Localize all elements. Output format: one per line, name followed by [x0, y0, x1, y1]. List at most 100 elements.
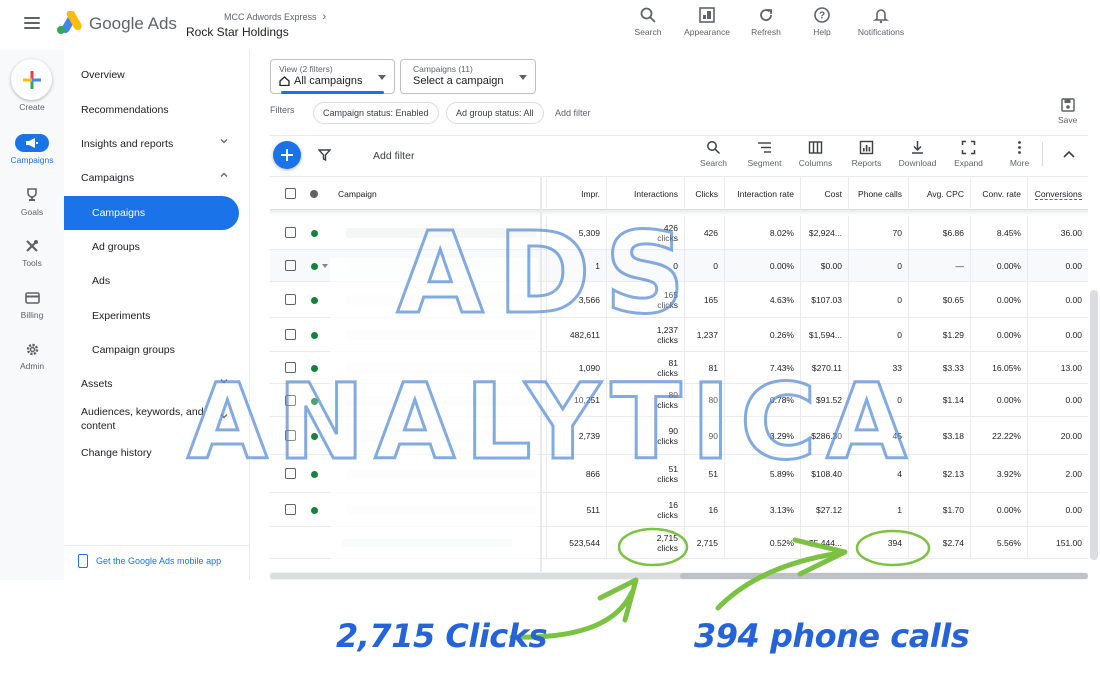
filter-funnel-icon[interactable]: [318, 149, 331, 161]
save-button[interactable]: Save: [1058, 98, 1077, 125]
status-enabled-dot[interactable]: [311, 433, 318, 440]
row-checkbox[interactable]: [285, 362, 296, 373]
add-filter-link[interactable]: Add filter: [555, 108, 591, 118]
header-conv-rate[interactable]: Conv. rate: [970, 177, 1027, 211]
account-switcher[interactable]: MCC Adwords Express › Rock Star Holdings: [186, 11, 326, 39]
nav-item-ads[interactable]: Ads: [64, 264, 250, 298]
create-label: Create: [19, 102, 45, 112]
vertical-scrollbar[interactable]: [1090, 290, 1098, 560]
header-search-button[interactable]: Search: [620, 6, 676, 37]
reports-button[interactable]: Reports: [841, 140, 892, 168]
header-avg-cpc[interactable]: Avg. CPC: [908, 177, 970, 211]
tool-label: Columns: [798, 158, 833, 168]
header-campaign[interactable]: Campaign: [338, 177, 538, 211]
status-enabled-dot[interactable]: [311, 398, 318, 405]
refresh-button[interactable]: Refresh: [738, 6, 794, 37]
cell-clicks: 51: [684, 455, 724, 492]
nav-item-campaigns-group[interactable]: Campaigns: [64, 161, 250, 195]
cell-cpc: $2.13: [908, 455, 970, 492]
nav-item-audiences[interactable]: Audiences, keywords, and content: [64, 402, 250, 436]
collapse-chevron-icon[interactable]: [1063, 150, 1075, 158]
menu-icon[interactable]: [24, 17, 40, 29]
row-checkbox[interactable]: [285, 294, 296, 305]
header-interaction-rate[interactable]: Interaction rate: [724, 177, 800, 211]
header-interactions[interactable]: Interactions: [606, 177, 684, 211]
nav-item-campaigns[interactable]: Campaigns: [64, 196, 239, 230]
row-checkbox[interactable]: [285, 329, 296, 340]
status-enabled-dot[interactable]: [311, 507, 318, 514]
header-cost[interactable]: Cost: [800, 177, 848, 211]
expand-button[interactable]: Expand: [943, 140, 994, 168]
nav-item-overview[interactable]: Overview: [64, 58, 250, 92]
filter-chip-campaign-status[interactable]: Campaign status: Enabled: [313, 102, 439, 124]
columns-icon: [808, 141, 823, 154]
nav-item-ad-groups[interactable]: Ad groups: [64, 230, 250, 264]
scrollbar-thumb[interactable]: [680, 573, 1088, 579]
rail-item-campaigns[interactable]: Campaigns: [0, 134, 64, 165]
row-checkbox[interactable]: [285, 468, 296, 479]
nav-item-experiments[interactable]: Experiments: [64, 299, 250, 333]
interactions-value: 80 clicks: [657, 390, 678, 410]
interactions-value: 2,715 clicks: [657, 533, 678, 553]
reports-icon: [859, 140, 874, 155]
row-checkbox[interactable]: [285, 430, 296, 441]
campaign-selector[interactable]: Campaigns (11) Select a campaign: [400, 59, 536, 94]
status-enabled-dot[interactable]: [311, 230, 318, 237]
add-campaign-button[interactable]: [273, 141, 301, 169]
trophy-icon: [27, 188, 37, 201]
columns-button[interactable]: Columns: [790, 140, 841, 168]
mobile-app-link[interactable]: Get the Google Ads mobile app: [78, 554, 221, 568]
status-enabled-dot[interactable]: [311, 297, 318, 304]
more-button[interactable]: More: [994, 140, 1045, 168]
appearance-button[interactable]: Appearance: [676, 6, 738, 37]
header-phone-calls[interactable]: Phone calls: [848, 177, 908, 211]
rail-item-billing[interactable]: Billing: [0, 289, 64, 320]
nav-item-insights[interactable]: Insights and reports: [64, 127, 250, 161]
status-dropdown-icon[interactable]: [322, 264, 328, 268]
header-conversions[interactable]: Conversions: [1027, 177, 1088, 211]
filter-chip-ad-group-status[interactable]: Ad group status: All: [446, 102, 544, 124]
row-checkbox[interactable]: [285, 260, 296, 271]
table-row[interactable]: 5,309 426 clicks 426 8.02% $2,924... 70 $6.86 8.…: [270, 216, 1088, 250]
cell-interactions: 165 clicks: [606, 282, 684, 317]
cell-calls: 394: [848, 527, 908, 558]
status-enabled-dot[interactable]: [311, 365, 318, 372]
cell-rate: 8.02%: [724, 216, 800, 249]
cell-impr: 482,611: [546, 318, 606, 351]
view-selector[interactable]: View (2 filters) All campaigns: [270, 59, 395, 94]
rail-item-tools[interactable]: Tools: [0, 237, 64, 268]
select-all-checkbox[interactable]: [285, 188, 296, 199]
cell-calls: 1: [848, 493, 908, 526]
notifications-button[interactable]: Notifications: [850, 6, 912, 37]
header-clicks[interactable]: Clicks: [684, 177, 724, 211]
table-search-button[interactable]: Search: [688, 140, 739, 168]
nav-item-campaign-groups[interactable]: Campaign groups: [64, 333, 250, 367]
row-checkbox[interactable]: [285, 504, 296, 515]
table-add-filter[interactable]: Add filter: [373, 150, 414, 162]
cell-clicks: 165: [684, 282, 724, 317]
download-button[interactable]: Download: [892, 140, 943, 168]
horizontal-scrollbar[interactable]: [270, 572, 1088, 580]
help-button[interactable]: ? Help: [794, 6, 850, 37]
cell-conv-rate: 3.92%: [970, 455, 1027, 492]
nav-label: Insights and reports: [81, 138, 174, 150]
nav-item-change-history[interactable]: Change history: [64, 436, 250, 470]
interactions-count: 165: [663, 289, 678, 300]
campaign-name-redacted[interactable]: [346, 228, 536, 238]
status-enabled-dot[interactable]: [311, 332, 318, 339]
rail-item-goals[interactable]: Goals: [0, 186, 64, 217]
cell-conv: 36.00: [1027, 216, 1088, 249]
row-checkbox[interactable]: [285, 227, 296, 238]
cell-cost: $5,444...: [800, 527, 848, 558]
tool-label: Search: [700, 158, 727, 168]
dropdown-arrow-icon: [519, 75, 527, 80]
status-enabled-dot[interactable]: [311, 471, 318, 478]
row-checkbox[interactable]: [285, 395, 296, 406]
nav-item-assets[interactable]: Assets: [64, 367, 250, 401]
status-enabled-dot[interactable]: [311, 263, 318, 270]
segment-button[interactable]: Segment: [739, 140, 790, 168]
nav-item-recommendations[interactable]: Recommendations: [64, 93, 250, 127]
rail-item-admin[interactable]: Admin: [0, 340, 64, 371]
header-impr[interactable]: Impr.: [546, 177, 606, 211]
create-button[interactable]: [11, 59, 52, 100]
